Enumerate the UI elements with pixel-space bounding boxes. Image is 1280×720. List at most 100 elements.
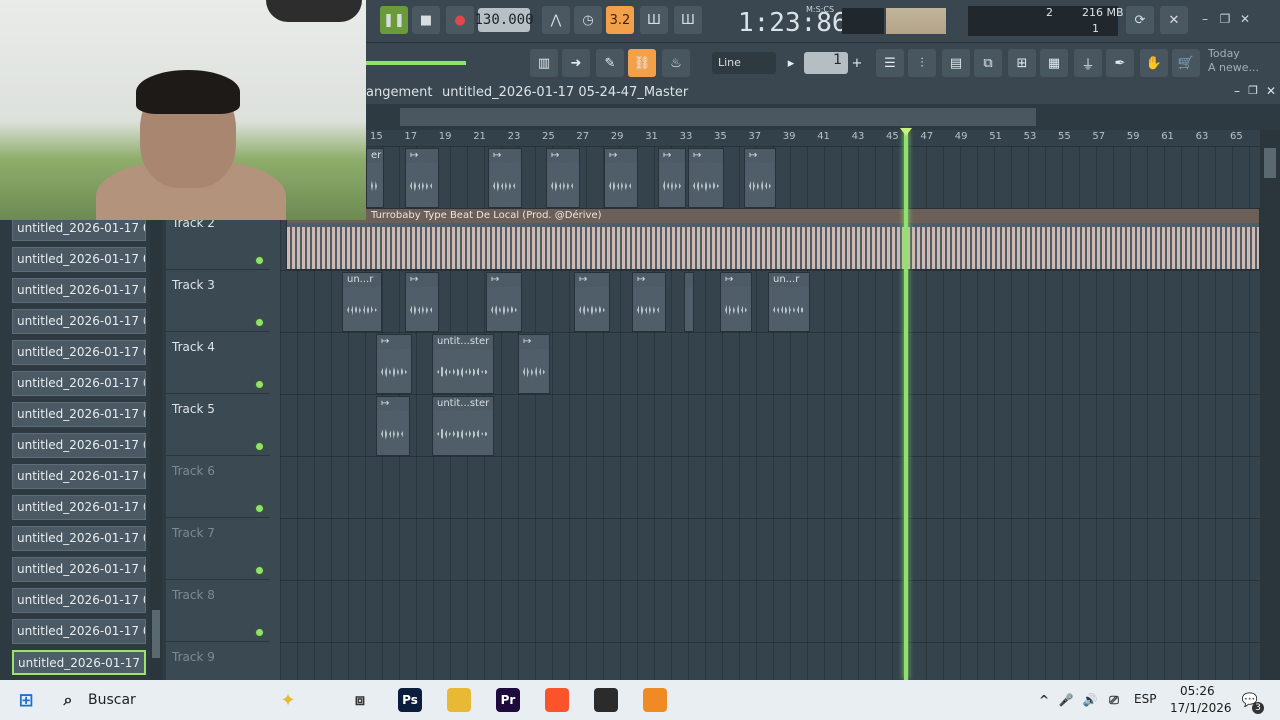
audio-clip[interactable]: ↦ xyxy=(405,148,439,208)
pen-icon[interactable]: ✒ xyxy=(1106,49,1134,77)
scrollbar-thumb[interactable] xyxy=(152,610,160,658)
browser-file-item[interactable]: untitled_2026-01-17 05-... xyxy=(12,309,146,334)
countdown-icon[interactable]: 3.2 xyxy=(606,6,634,34)
microphone-icon[interactable]: 🎤 xyxy=(1054,688,1078,712)
browser-file-item[interactable]: untitled_2026-01-17 05-... xyxy=(12,557,146,582)
browser-file-item[interactable]: untitled_2026-01-17 05-... xyxy=(12,526,146,551)
audio-clip[interactable]: ↦ xyxy=(720,272,752,332)
playlist-vertical-scrollbar[interactable] xyxy=(1260,130,1280,680)
stamp-icon[interactable]: ♨ xyxy=(662,49,690,77)
system-date[interactable]: 17/1/2026 xyxy=(1170,701,1232,715)
arrow-right-icon[interactable]: ➜ xyxy=(562,49,590,77)
browser-file-item[interactable]: untitled_2026-01-17 05-... xyxy=(12,278,146,303)
timeline-ruler[interactable]: 15 17 19 21 23 25 27 29 31 33 35 37 39 41 43 45 47 49 51 53… xyxy=(366,130,1260,146)
brave-icon[interactable] xyxy=(545,688,569,712)
play-button[interactable]: ❚❚ xyxy=(380,6,408,34)
playhead-marker-icon[interactable] xyxy=(900,128,912,136)
browser-file-item[interactable]: untitled_2026-01-17 05-... xyxy=(12,402,146,427)
audio-clip[interactable]: ↦ xyxy=(744,148,776,208)
track-header[interactable]: Track 3 xyxy=(166,270,270,332)
track-header[interactable]: Track 8 xyxy=(166,580,270,642)
track-mute-led-icon[interactable] xyxy=(255,318,264,327)
browser-file-item[interactable]: untitled_2026-01-17 05-... xyxy=(12,495,146,520)
search-icon[interactable]: ⌕ xyxy=(56,688,80,712)
master-volume-slider[interactable] xyxy=(366,61,466,65)
fl-studio-icon[interactable] xyxy=(643,688,667,712)
task-view-icon[interactable]: ⧈ xyxy=(348,688,372,712)
minimize-icon[interactable]: – xyxy=(1234,84,1240,98)
plugin-icon[interactable]: ⏚ xyxy=(1074,49,1102,77)
speaker-icon[interactable]: 🔊 xyxy=(1078,688,1102,712)
news-hint[interactable]: Today A newe... xyxy=(1208,47,1259,75)
browser-file-item[interactable]: untitled_2026-01-17 05-... xyxy=(12,650,146,675)
playlist-icon[interactable]: ☰ xyxy=(876,49,904,77)
file-explorer-icon[interactable] xyxy=(447,688,471,712)
track-header[interactable]: Track 6 xyxy=(166,456,270,518)
channel-rack-icon[interactable]: ⫶ xyxy=(908,49,936,77)
record-button[interactable]: ● xyxy=(446,6,474,34)
restore-icon[interactable]: ❐ xyxy=(1248,84,1258,97)
play-pattern-icon[interactable]: ▸ xyxy=(782,49,800,77)
sparkle-icon[interactable]: ✦ xyxy=(276,688,300,712)
audio-clip[interactable]: un...r xyxy=(768,272,810,332)
system-time[interactable]: 05:26 xyxy=(1180,684,1215,698)
browser-scrollbar[interactable] xyxy=(150,220,162,680)
playlist-overview-scrollbar[interactable] xyxy=(400,108,1036,126)
windows-start-icon[interactable]: ⊞ xyxy=(14,688,38,712)
track-header[interactable]: Track 5 xyxy=(166,394,270,456)
track-header[interactable]: Track 4 xyxy=(166,332,270,394)
tempo-display[interactable]: 130.000 xyxy=(475,8,534,32)
playhead[interactable] xyxy=(904,130,908,680)
language-indicator[interactable]: ESP xyxy=(1134,692,1156,706)
browser-file-item[interactable]: untitled_2026-01-17 05-... xyxy=(12,464,146,489)
step-edit-icon[interactable]: Ш xyxy=(674,6,702,34)
network-icon[interactable]: ⎚ xyxy=(1102,688,1126,712)
hand-icon[interactable]: ✋ xyxy=(1140,49,1168,77)
audio-clip[interactable]: ↦ xyxy=(688,148,724,208)
audio-clip[interactable]: ↦ xyxy=(546,148,580,208)
browser-file-item[interactable]: untitled_2026-01-17 05-... xyxy=(12,433,146,458)
piano-icon[interactable]: ▥ xyxy=(530,49,558,77)
audio-clip[interactable]: ↦ xyxy=(604,148,638,208)
track-mute-led-icon[interactable] xyxy=(255,566,264,575)
restore-icon[interactable]: ❐ xyxy=(1216,10,1234,28)
browser-file-item[interactable]: untitled_2026-01-17 05-... xyxy=(12,619,146,644)
audio-clip[interactable]: untit...ster xyxy=(432,334,494,394)
scrollbar-thumb[interactable] xyxy=(1264,148,1276,178)
loop-record-icon[interactable]: Ш xyxy=(640,6,668,34)
templates-icon[interactable]: ▦ xyxy=(1040,49,1068,77)
audio-clip[interactable]: ↦ xyxy=(518,334,550,394)
audio-clip[interactable]: un...r xyxy=(342,272,382,332)
cut-icon[interactable]: ✕ xyxy=(1160,6,1188,34)
browser-icon[interactable]: ⊞ xyxy=(1008,49,1036,77)
track-header[interactable]: Track 7 xyxy=(166,518,270,580)
beat-audio-clip[interactable]: Turrobaby Type Beat De Local (Prod. @Dér… xyxy=(286,208,1260,270)
audio-clip[interactable]: ↦ xyxy=(486,272,522,332)
track-mute-led-icon[interactable] xyxy=(255,442,264,451)
track-mute-led-icon[interactable] xyxy=(255,504,264,513)
browser-file-item[interactable]: untitled_2026-01-17 05-... xyxy=(12,340,146,365)
metronome-icon[interactable]: ⋀ xyxy=(542,6,570,34)
audio-clip[interactable]: ↦ xyxy=(658,148,686,208)
stop-button[interactable]: ■ xyxy=(412,6,440,34)
browser-file-item[interactable]: untitled_2026-01-17 05-... xyxy=(12,247,146,272)
refresh-icon[interactable]: ⟳ xyxy=(1126,6,1154,34)
paint-icon[interactable]: ✎ xyxy=(596,49,624,77)
link-icon[interactable]: ⛓ xyxy=(628,49,656,77)
pattern-selector[interactable]: 1 xyxy=(804,52,848,74)
obs-icon[interactable] xyxy=(594,688,618,712)
track-mute-led-icon[interactable] xyxy=(255,380,264,389)
track-mute-led-icon[interactable] xyxy=(255,256,264,265)
close-icon[interactable]: ✕ xyxy=(1236,10,1254,28)
audio-clip[interactable]: ↦ xyxy=(488,148,522,208)
mixer-icon[interactable]: ⧉ xyxy=(974,49,1002,77)
wait-for-input-icon[interactable]: ◷ xyxy=(574,6,602,34)
audio-clip[interactable]: ↦ xyxy=(574,272,610,332)
minimize-icon[interactable]: – xyxy=(1196,10,1214,28)
snap-dropdown[interactable]: Line xyxy=(712,52,776,74)
taskbar-search-label[interactable]: Buscar xyxy=(88,692,136,708)
audio-clip[interactable]: ↦ xyxy=(376,334,412,394)
audio-clip[interactable]: ↦ xyxy=(632,272,666,332)
close-icon[interactable]: ✕ xyxy=(1266,84,1276,98)
browser-file-item[interactable]: untitled_2026-01-17 05-... xyxy=(12,371,146,396)
